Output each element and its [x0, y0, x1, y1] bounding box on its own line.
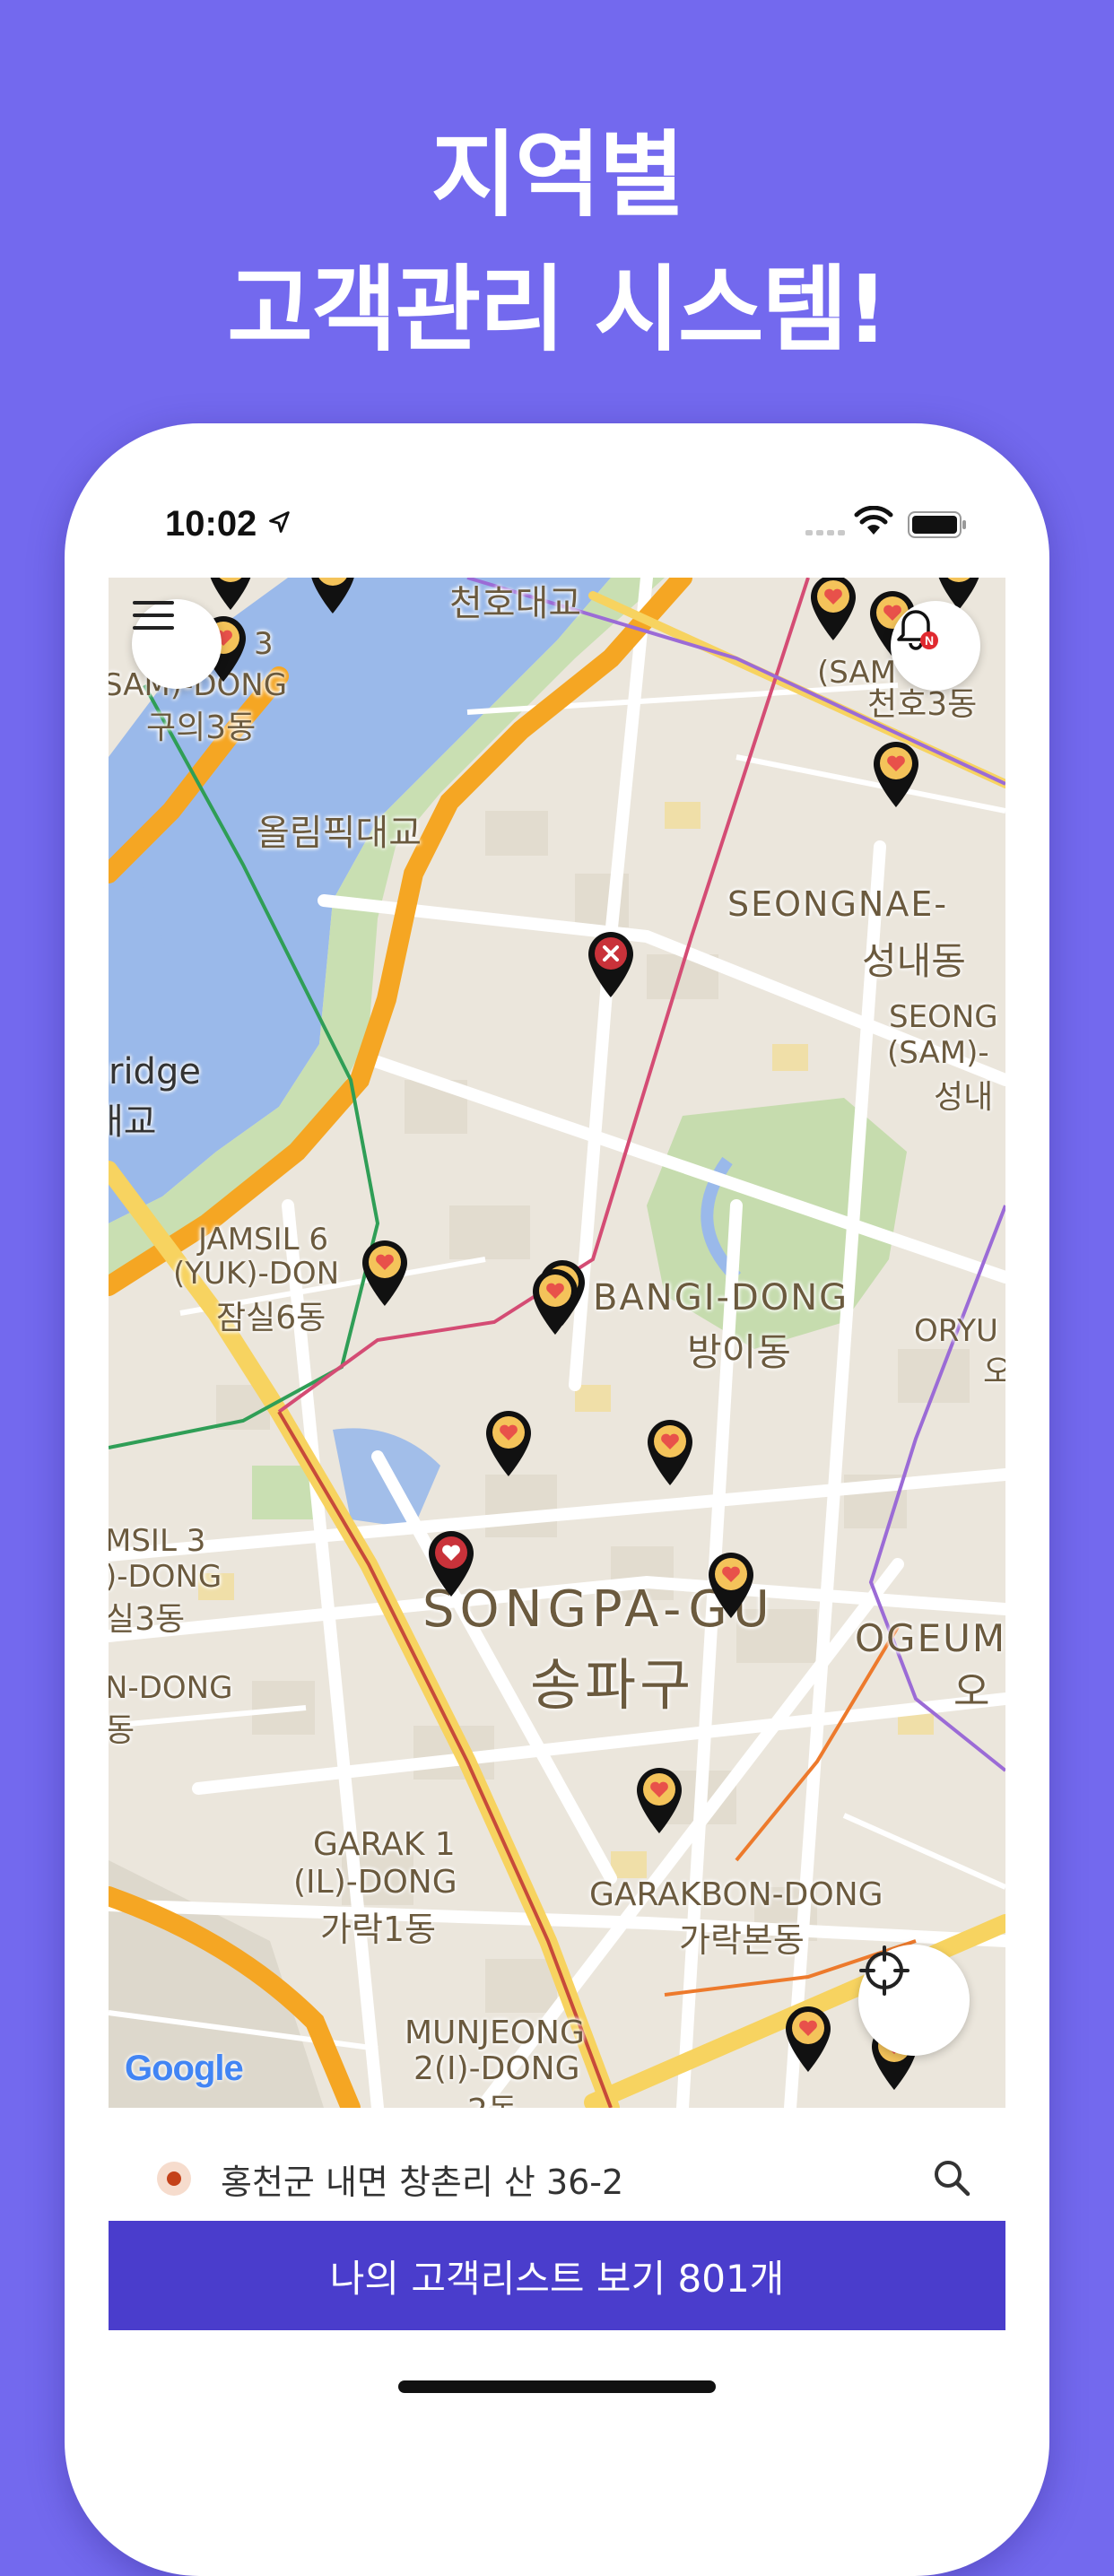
map-label-jamsil3-ko: 실3동 [109, 1601, 186, 1638]
map-label-guui3: 구의3동 [146, 709, 257, 746]
customer-list-button[interactable]: 나의 고객리스트 보기 801개 [109, 2221, 1005, 2330]
home-indicator [398, 2380, 716, 2393]
map-label-oryu-ko: 오 [983, 1353, 1005, 1390]
status-time: 10:02 [165, 504, 257, 544]
menu-icon [133, 601, 174, 630]
map-view[interactable]: 천호대교 올림픽대교 3 SAM)-DONG 구의3동 (SAM 천호3동 SE… [109, 578, 1005, 2108]
address-bar[interactable]: 홍천군 내면 창촌리 산 36-2 [109, 2128, 1005, 2226]
map-label-olympic-bridge: 올림픽대교 [257, 813, 422, 854]
map-label-ogeum-ko: 오 [953, 1669, 990, 1715]
google-logo: Google [125, 2049, 244, 2088]
address-text: 홍천군 내면 창촌리 산 36-2 [221, 2163, 624, 2202]
bell-icon: N [897, 610, 938, 650]
location-arrow-icon [269, 511, 290, 533]
customer-pin[interactable] [360, 1238, 410, 1308]
map-label-garakbon-en: GARAKBON-DONG [589, 1876, 883, 1913]
map-label-gyo: 대교 [109, 1101, 157, 1143]
map-label-garak1-1: GARAK 1 [313, 1826, 456, 1863]
crosshair-icon [859, 1945, 909, 1996]
map-label-seongnae-ko: 성내동 [862, 939, 966, 983]
customer-pin[interactable] [871, 739, 921, 809]
map-label-garak1-ko: 가락1동 [320, 1910, 437, 1949]
map-label-ridge: ridge [109, 1051, 201, 1092]
headline: 지역별 고객관리 시스템! [0, 108, 1114, 377]
phone-frame: 10:02 천호대교 올림픽대교 3 SAM)-DONG 구의3동 (SAM 천… [65, 423, 1049, 2576]
map-label-ndong-ko: 동 [109, 1712, 135, 1749]
map-label-munjeong-ko: 2동 [467, 2084, 518, 2108]
customer-pin[interactable] [783, 2004, 833, 2074]
map-label-bangi-ko: 방이동 [687, 1330, 791, 1374]
map-label-garakbon-ko: 가락본동 [679, 1920, 805, 1960]
customer-pin[interactable] [634, 1765, 684, 1835]
map-label-sam-dong-1: 3 [254, 626, 274, 662]
cellular-signal-icon [805, 530, 845, 535]
map-label-jamsil6-ko: 잠실6동 [216, 1300, 326, 1336]
map-label-garak1-2: (IL)-DONG [293, 1864, 457, 1901]
map-label-ndong-en: N-DONG [109, 1670, 233, 1706]
customer-pin[interactable] [205, 578, 256, 612]
map-label-bangi-en: BANGI-DONG [593, 1277, 849, 1318]
map-label-oryu-en: ORYU [914, 1313, 998, 1349]
search-icon[interactable] [932, 2158, 971, 2197]
notification-badge: N [925, 633, 934, 648]
map-label-seongnae-sam-ko: 성내 [934, 1079, 994, 1116]
customer-pin[interactable] [483, 1408, 534, 1478]
map-label-songpa-ko: 송파구 [530, 1652, 695, 1718]
customer-pin[interactable] [808, 578, 858, 642]
battery-icon [908, 511, 966, 538]
status-bar: 10:02 [65, 423, 1049, 576]
wifi-icon [854, 506, 893, 535]
headline-line2: 고객관리 시스템! [227, 255, 888, 364]
map-label-seongnae-sam-1: SEONG [889, 999, 998, 1035]
map-label-jamsil3-2: )-DONG [109, 1559, 222, 1595]
customer-pin[interactable] [308, 578, 358, 615]
map-label-munjeong-2: 2(I)-DONG [413, 2050, 580, 2087]
notification-button[interactable]: N [891, 601, 980, 691]
customer-pin[interactable] [706, 1550, 756, 1620]
locate-me-button[interactable] [858, 1945, 970, 2056]
customer-pin-removed[interactable] [586, 929, 636, 999]
map-label-jamsil3-1: MSIL 3 [109, 1523, 206, 1559]
map-label-ogeum-en: OGEUM [855, 1616, 1005, 1660]
map-label-jamsil6-1: JAMSIL 6 [198, 1222, 329, 1258]
customer-pin[interactable] [645, 1417, 695, 1487]
location-dot-icon [157, 2162, 191, 2196]
customer-pin[interactable] [530, 1266, 580, 1336]
map-label-munjeong-1: MUNJEONG [405, 2015, 585, 2051]
menu-button[interactable] [132, 599, 222, 689]
map-label-cheonho-bridge: 천호대교 [449, 583, 582, 624]
map-label-seongnae-sam-2: (SAM)- [887, 1035, 989, 1071]
headline-line1: 지역별 [431, 120, 684, 230]
map-label-seongnae-en: SEONGNAE- [727, 884, 949, 924]
map-label-jamsil6-2: (YUK)-DON [173, 1256, 340, 1292]
customer-pin-favorite[interactable] [426, 1528, 476, 1598]
